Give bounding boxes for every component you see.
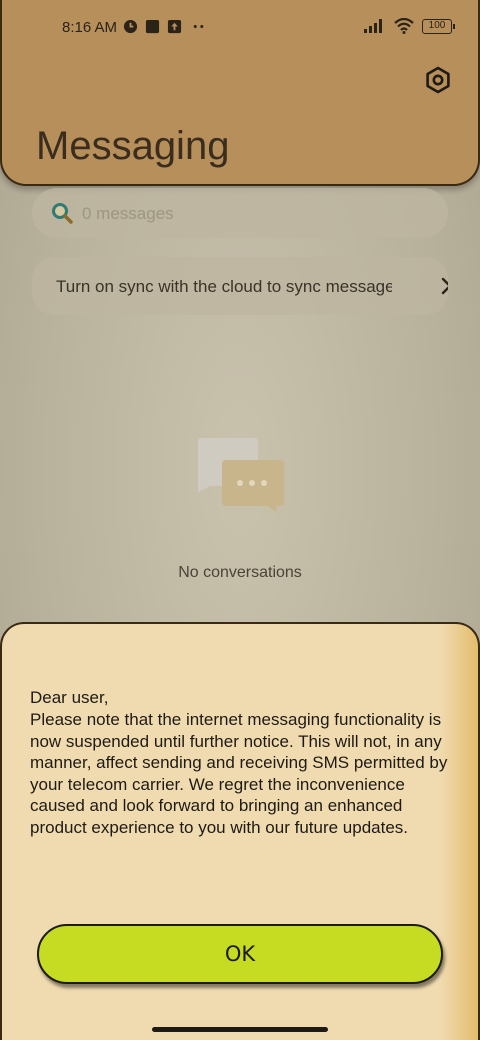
status-time: 8:16 AM [62,19,118,36]
battery-icon: 100 [422,18,455,34]
search-bar[interactable]: 0 messages [32,188,448,238]
empty-state-text: No conversations [178,564,302,581]
ok-button[interactable]: OK [37,924,443,984]
home-indicator[interactable] [152,1027,328,1032]
search-placeholder: 0 messages [82,204,174,223]
data-saver-icon [123,19,138,34]
upload-notification-icon [167,19,182,34]
status-bar: 8:16 AM 100 [2,0,480,56]
signal-icon [364,19,382,33]
settings-gear-icon[interactable] [424,66,452,94]
page-title: Messaging [36,124,230,168]
dialog-greeting: Dear user, [30,688,109,707]
sync-banner[interactable]: Turn on sync with the cloud to sync mess… [32,257,448,315]
search-icon [52,203,73,224]
app-header: 8:16 AM 100 Messaging [0,0,480,186]
more-notifications-icon [193,25,204,28]
chat-bubbles-icon [198,438,284,512]
app-notification-icon [145,19,160,34]
wifi-icon [394,18,414,34]
sync-banner-text: Turn on sync with the cloud to sync mess… [56,277,392,296]
dialog-message: Please note that the internet messaging … [30,710,448,837]
chevron-right-icon [441,277,448,295]
battery-level: 100 [428,19,446,31]
